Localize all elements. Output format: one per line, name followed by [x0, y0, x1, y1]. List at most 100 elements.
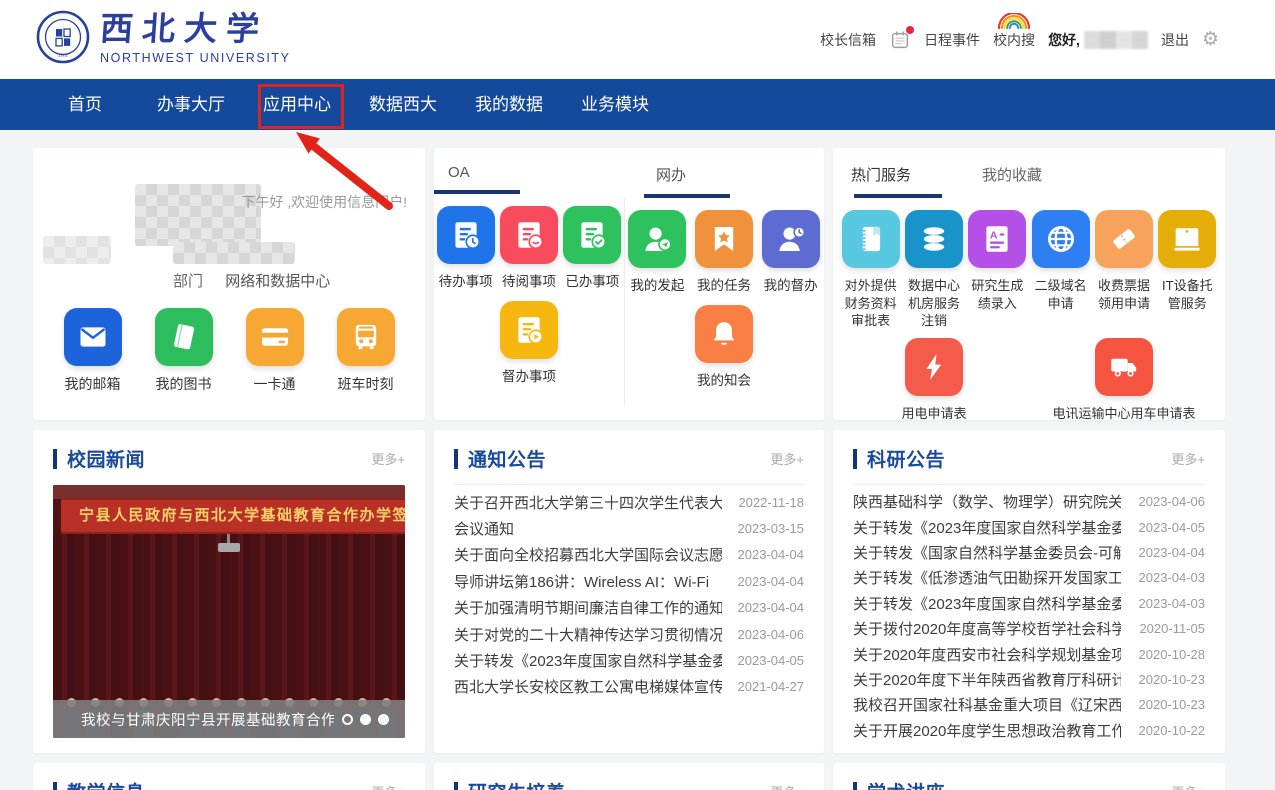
notice-item-date: 2023-04-06 [738, 627, 805, 642]
app-shortcut[interactable]: 我的邮箱 [47, 308, 138, 394]
nav-item[interactable]: 应用中心 [244, 79, 350, 130]
department-label: 部门 [173, 273, 203, 290]
notice-item-row[interactable]: 会议通知2023-03-15 [454, 515, 804, 541]
notice-item-title[interactable]: 关于面向全校招募西北大学国际会议志愿者 [454, 544, 722, 565]
schedule-events-link[interactable]: 日程事件 [924, 30, 980, 50]
portal-page: 1902 西北大学 NORTHWEST UNIVERSITY 校长信箱 日程事件 [0, 0, 1275, 790]
research-item-title[interactable]: 关于拨付2020年度高等学校哲学社会科学 [853, 618, 1121, 639]
notice-item-title[interactable]: 导师讲坛第186讲：Wireless AI：Wi-Fi [454, 571, 709, 592]
notice-item-row[interactable]: 关于转发《2023年度国家自然科学基金委2023-04-05 [454, 647, 804, 673]
nav-item[interactable]: 业务模块 [562, 79, 668, 130]
more-link[interactable]: 更多+ [770, 782, 804, 790]
app-shortcut[interactable]: 待阅事项 [497, 204, 560, 291]
app-shortcut[interactable]: 我的图书 [138, 308, 229, 394]
app-shortcut[interactable]: 数据中心机房服务注销 [902, 208, 965, 330]
research-item-date: 2023-04-03 [1139, 596, 1206, 611]
app-shortcut[interactable]: 我的督办 [757, 208, 824, 295]
bottom-section-card: 学术讲座 更多+ [833, 763, 1225, 790]
notice-item-title[interactable]: 关于召开西北大学第三十四次学生代表大 [454, 492, 722, 513]
app-shortcut[interactable]: 我的知会 [624, 303, 824, 390]
nav-item[interactable]: 首页 [32, 79, 138, 130]
research-item-title[interactable]: 关于转发《低渗透油气田勘探开发国家工程 [853, 567, 1121, 588]
app-shortcut[interactable]: 对外提供财务资料审批表 [839, 208, 902, 330]
research-item-title[interactable]: 关于转发《国家自然科学基金委员会-可解 [853, 542, 1121, 563]
research-item-title[interactable]: 陕西基础科学（数学、物理学）研究院关于 [853, 491, 1121, 512]
app-shortcut[interactable]: 收费票据领用申请 [1092, 208, 1155, 330]
notice-item-title[interactable]: 西北大学长安校区教工公寓电梯媒体宣传报 [454, 676, 722, 697]
campus-search-link[interactable]: 校内搜 [993, 30, 1035, 50]
research-item-row[interactable]: 我校召开国家社科基金重大项目《辽宋西夏2020-10-23 [853, 692, 1205, 717]
tab-hot-services[interactable]: 热门服务 [851, 164, 942, 185]
app-shortcut[interactable]: 我的任务 [691, 208, 758, 295]
research-item-row[interactable]: 关于转发《2023年度国家自然科学基金委 2023-04-03 [853, 591, 1205, 616]
app-shortcut[interactable]: 二级域名申请 [1029, 208, 1092, 330]
research-item-title[interactable]: 关于2020年度下半年陕西省教育厅科研计 [853, 669, 1121, 690]
app-shortcut[interactable]: 我的发起 [624, 208, 691, 295]
more-link[interactable]: 更多+ [371, 782, 405, 790]
app-label: 我的知会 [697, 372, 751, 390]
more-link[interactable]: 更多+ [371, 449, 405, 468]
notice-item-title[interactable]: 关于转发《2023年度国家自然科学基金委 [454, 650, 722, 671]
notice-item-row[interactable]: 关于召开西北大学第三十四次学生代表大2022-11-18 [454, 489, 804, 515]
more-link[interactable]: 更多+ [1171, 449, 1205, 468]
more-link[interactable]: 更多+ [770, 449, 804, 468]
calendar-icon[interactable] [889, 29, 911, 51]
app-label: 研究生成绩录入 [968, 277, 1027, 312]
svg-text:A: A [990, 230, 998, 241]
settings-gear-icon[interactable]: ⚙ [1202, 30, 1219, 49]
president-mailbox-link[interactable]: 校长信箱 [820, 30, 876, 50]
app-shortcut[interactable]: 督办事项 [434, 299, 624, 386]
tab-oa[interactable]: OA [448, 164, 624, 181]
research-item-title[interactable]: 关于转发《2023年度国家自然科学基金委 [853, 593, 1121, 614]
nav-item[interactable]: 办事大厅 [138, 79, 244, 130]
university-seal-logo: 1902 [36, 10, 90, 69]
app-shortcut[interactable]: 已办事项 [561, 204, 624, 291]
carousel-dot[interactable] [378, 714, 389, 725]
nav-item[interactable]: 我的数据 [456, 79, 562, 130]
app-shortcut[interactable]: 用电申请表 [839, 336, 1029, 440]
research-item-row[interactable]: 关于开展2020年度学生思想政治教育工作2020-10-22 [853, 718, 1205, 743]
app-shortcut[interactable]: A 研究生成绩录入 [966, 208, 1029, 330]
research-item-row[interactable]: 陕西基础科学（数学、物理学）研究院关于2023-04-06 [853, 489, 1205, 514]
more-link[interactable]: 更多+ [1171, 782, 1205, 790]
research-item-row[interactable]: 关于2020年度西安市社会科学规划基金项2020-10-28 [853, 641, 1205, 666]
notice-item-date: 2023-04-04 [738, 600, 805, 615]
research-item-row[interactable]: 关于转发《2023年度国家自然科学基金委2023-04-05 [853, 514, 1205, 539]
notice-item-date: 2021-04-27 [738, 679, 805, 694]
logout-link[interactable]: 退出 [1161, 30, 1189, 50]
app-shortcut[interactable]: 一卡通 [229, 308, 320, 394]
research-item-title[interactable]: 我校召开国家社科基金重大项目《辽宋西夏 [853, 694, 1121, 715]
tab-my-favorites[interactable]: 我的收藏 [982, 164, 1042, 198]
bell-icon [695, 305, 753, 363]
carousel-dot[interactable] [342, 714, 353, 725]
carousel-banner-text: 宁县人民政府与西北大学基础教育合作办学签约 [61, 498, 405, 534]
research-item-title[interactable]: 关于开展2020年度学生思想政治教育工作 [853, 720, 1121, 741]
research-item-row[interactable]: 关于转发《低渗透油气田勘探开发国家工程2023-04-03 [853, 565, 1205, 590]
nav-item[interactable]: 数据西大 [350, 79, 456, 130]
notice-item-row[interactable]: 关于面向全校招募西北大学国际会议志愿者2023-04-04 [454, 542, 804, 568]
notice-item-title[interactable]: 会议通知 [454, 518, 514, 539]
university-logo[interactable]: 1902 西北大学 NORTHWEST UNIVERSITY [36, 10, 291, 69]
research-item-title[interactable]: 关于2020年度西安市社会科学规划基金项 [853, 644, 1121, 665]
section-title: 学术讲座 [867, 778, 945, 790]
tab-wangban[interactable]: 网办 [656, 164, 824, 185]
app-shortcut[interactable]: 班车时刻 [320, 308, 411, 394]
research-item-row[interactable]: 关于2020年度下半年陕西省教育厅科研计2020-10-23 [853, 667, 1205, 692]
bus-icon [337, 308, 395, 366]
app-shortcut[interactable]: IT设备托管服务 [1156, 208, 1219, 330]
notice-item-row[interactable]: 关于对党的二十大精神传达学习贯彻情况开 2023-04-06 [454, 621, 804, 647]
notice-item-row[interactable]: 西北大学长安校区教工公寓电梯媒体宣传报 2021-04-27 [454, 674, 804, 700]
header-links: 校长信箱 日程事件 [820, 29, 1219, 51]
carousel-dot[interactable] [360, 714, 371, 725]
notice-item-row[interactable]: 导师讲坛第186讲：Wireless AI：Wi-Fi2023-04-04 [454, 568, 804, 594]
notice-item-title[interactable]: 关于加强清明节期间廉洁自律工作的通知 [454, 597, 722, 618]
app-shortcut[interactable]: 待办事项 [434, 204, 497, 291]
bottom-section-card: 教学信息 更多+ [33, 763, 425, 790]
research-item-title[interactable]: 关于转发《2023年度国家自然科学基金委 [853, 517, 1121, 538]
news-photo-carousel[interactable]: 宁县人民政府与西北大学基础教育合作办学签约 我校与甘肃庆阳宁县开展基础教育合作办 [53, 485, 405, 738]
notice-item-title[interactable]: 关于对党的二十大精神传达学习贯彻情况开 [454, 624, 722, 645]
app-shortcut[interactable]: 电讯运输中心用车申请表 [1029, 336, 1219, 440]
research-item-row[interactable]: 关于转发《国家自然科学基金委员会-可解2023-04-04 [853, 540, 1205, 565]
research-item-row[interactable]: 关于拨付2020年度高等学校哲学社会科学2020-11-05 [853, 616, 1205, 641]
notice-item-row[interactable]: 关于加强清明节期间廉洁自律工作的通知 2023-04-04 [454, 595, 804, 621]
